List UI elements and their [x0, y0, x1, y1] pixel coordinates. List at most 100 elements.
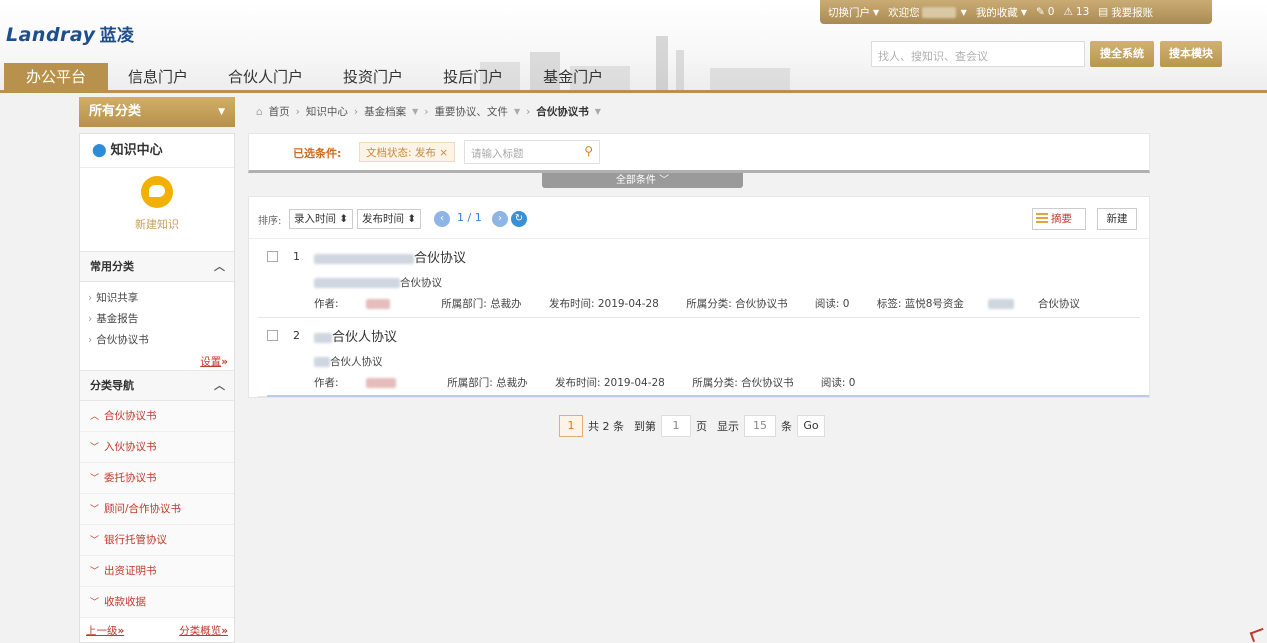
nav-item-receipt[interactable]: ﹀ 收款收据 [80, 587, 234, 618]
new-document-button[interactable]: 新建 [1097, 208, 1137, 230]
document-summary: 合伙人协议 [314, 354, 383, 369]
item-unit-label: 条 [781, 420, 792, 433]
row-number: 2 [293, 329, 300, 342]
global-search-input[interactable]: 找人、搜知识、查会议 [871, 41, 1085, 67]
search-module-button[interactable]: 搜本模块 [1160, 41, 1222, 67]
chevron-down-icon[interactable]: ▼ [514, 107, 520, 116]
report-expense-link[interactable]: ▤ 我要报账 [1098, 5, 1153, 20]
chevron-down-icon: ▼ [960, 7, 967, 17]
chevron-down-icon: ﹀ [90, 443, 100, 453]
author-field: 作者: [314, 298, 414, 310]
nav-item-capital-certificate[interactable]: ﹀ 出资证明书 [80, 556, 234, 587]
nav-item-admission-agreement[interactable]: ﹀ 入伙协议书 [80, 432, 234, 463]
landray-logo[interactable]: Landray 蓝凌 [6, 21, 135, 46]
tab-info-portal[interactable]: 信息门户 [108, 63, 208, 91]
total-count: 共 2 条 [588, 420, 624, 433]
tab-partner-portal[interactable]: 合伙人门户 [208, 63, 323, 91]
department-field: 所属部门: 总裁办 [441, 298, 522, 310]
chevron-down-icon: ﹀ [90, 474, 100, 484]
search-icon[interactable]: ⚲ [584, 144, 593, 158]
category-nav-header[interactable]: 分类导航 ︿ [80, 371, 234, 401]
chevron-down-icon[interactable]: ▼ [595, 107, 601, 116]
page-size-input[interactable]: 15 [744, 415, 776, 437]
title-search-input[interactable]: 请输入标题 ⚲ [464, 140, 600, 164]
summary-view-button[interactable]: 摘要 [1032, 208, 1086, 230]
department-field: 所属部门: 总裁办 [447, 377, 528, 389]
common-categories-list: 知识共享 基金报告 合伙协议书 [80, 282, 234, 353]
close-icon[interactable]: × [439, 147, 448, 159]
feedback-corner-icon[interactable] [1249, 627, 1267, 643]
tab-investment-portal[interactable]: 投资门户 [323, 63, 423, 91]
breadcrumb-knowledge-center[interactable]: 知识中心 [306, 104, 348, 119]
alerts-link[interactable]: ⚠ 13 [1063, 6, 1089, 18]
nav-item-entrustment-agreement[interactable]: ﹀ 委托协议书 [80, 463, 234, 494]
chevron-up-icon: ︿ [214, 379, 225, 392]
favorites-menu[interactable]: 我的收藏 ▼ [976, 5, 1027, 20]
search-all-button[interactable]: 搜全系统 [1090, 41, 1154, 67]
sort-label: 排序: [258, 216, 282, 227]
chevron-down-icon[interactable]: ▼ [412, 107, 418, 116]
tab-fund-portal[interactable]: 基金门户 [523, 63, 623, 91]
nav-item-consulting-agreement[interactable]: ﹀ 顾问/合作协议书 [80, 494, 234, 525]
settings-link[interactable]: 设置» [80, 353, 234, 371]
new-knowledge-button[interactable]: 新建知识 [80, 168, 234, 252]
page-unit-label: 页 [696, 420, 707, 433]
document-summary: 合伙协议 [314, 275, 442, 290]
sort-icon: ⬍ [407, 213, 417, 225]
knowledge-center-title: ⬤ 知识中心 [80, 134, 234, 168]
publish-date-field: 发布时间: 2019-04-28 [548, 298, 659, 310]
show-label: 显示 [717, 420, 739, 433]
tab-office-platform[interactable]: 办公平台 [4, 63, 109, 91]
breadcrumb-home[interactable]: 首页 [269, 104, 290, 119]
next-page-icon[interactable]: › [492, 211, 508, 227]
go-button[interactable]: Go [797, 415, 825, 437]
chat-bubble-icon [141, 176, 173, 208]
author-field: 作者: [314, 377, 420, 389]
todo-link[interactable]: ✎ 0 [1036, 6, 1055, 18]
list-bottom-border [267, 395, 1149, 397]
sidebar: ⬤知识中心 新建知识 常用分类︿ 知识共享 基金报告 合伙协议书 设置» 分类导… [79, 133, 235, 643]
document-title-link[interactable]: 合伙人协议 [314, 326, 397, 345]
breadcrumb-important-docs[interactable]: 重要协议、文件 [434, 104, 508, 119]
prev-page-icon[interactable]: ‹ [434, 211, 450, 227]
breadcrumb-fund-archive[interactable]: 基金档案 [364, 104, 406, 119]
breadcrumb: ⌂ 首页 › 知识中心 › 基金档案 ▼ › 重要协议、文件 ▼ › 合伙协议书 ▼ [256, 104, 607, 119]
filter-chip-status[interactable]: 文档状态: 发布 × [359, 142, 456, 162]
common-category-item[interactable]: 合伙协议书 [88, 330, 234, 351]
redacted-text [314, 357, 330, 367]
refresh-icon[interactable]: ↻ [511, 211, 527, 227]
up-level-link[interactable]: 上一级» [86, 620, 124, 642]
list-item: 1 合伙协议 合伙协议 作者: 所属部门: 总裁办 发布时间: 2019-04-… [258, 239, 1140, 318]
selected-conditions-label: 已选条件: [293, 147, 342, 160]
nav-item-partnership-agreement[interactable]: ︿ 合伙协议书 [80, 401, 234, 432]
switch-portal-menu[interactable]: 切换门户 ▼ [828, 5, 879, 20]
common-category-item[interactable]: 基金报告 [88, 309, 234, 330]
location-pin-icon: ⬤ [92, 143, 107, 158]
common-categories-header[interactable]: 常用分类 ︿ [80, 252, 234, 282]
sidebar-footer: 上一级» 分类概览» [80, 620, 234, 642]
redacted-text [314, 253, 414, 264]
row-checkbox[interactable] [267, 330, 278, 341]
list-icon [1036, 213, 1048, 225]
category-overview-link[interactable]: 分类概览» [179, 620, 228, 642]
redacted-text [314, 278, 400, 288]
reads-field: 阅读: 0 [820, 377, 856, 389]
all-conditions-toggle[interactable]: 全部条件 ﹀ [542, 173, 743, 188]
nav-item-bank-custody[interactable]: ﹀ 银行托管协议 [80, 525, 234, 556]
tab-post-investment-portal[interactable]: 投后门户 [423, 63, 523, 91]
chevron-down-icon: ﹀ [90, 536, 100, 546]
breadcrumb-separator: › [526, 105, 531, 118]
sort-entry-time-button[interactable]: 录入时间 ⬍ [289, 209, 354, 229]
goto-page-input[interactable]: 1 [661, 415, 691, 437]
redacted-text [987, 299, 1014, 309]
welcome-user-menu[interactable]: 欢迎您 ▼ [888, 5, 967, 20]
document-title-link[interactable]: 合伙协议 [314, 247, 466, 266]
common-category-item[interactable]: 知识共享 [88, 288, 234, 309]
breadcrumb-separator: › [424, 105, 429, 118]
new-knowledge-label: 新建知识 [135, 218, 179, 231]
sort-publish-time-button[interactable]: 发布时间 ⬍ [357, 209, 422, 229]
current-page-button[interactable]: 1 [559, 415, 583, 437]
all-categories-dropdown[interactable]: 所有分类 ▼ [79, 97, 235, 127]
chevron-down-icon: ﹀ [90, 567, 100, 577]
row-checkbox[interactable] [267, 251, 278, 262]
